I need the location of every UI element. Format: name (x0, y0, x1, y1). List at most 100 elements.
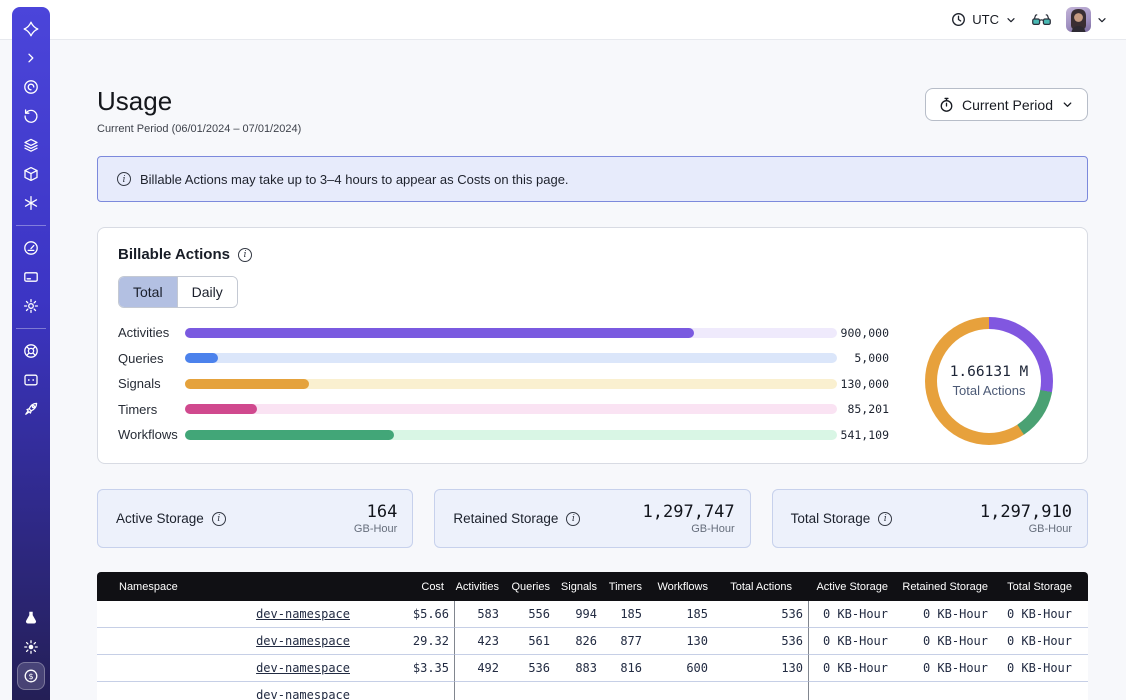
chevron-down-icon (1005, 14, 1017, 26)
namespace-cell: dev-namespace (97, 655, 355, 682)
bar-value: 541,109 (837, 428, 889, 442)
bar-value: 5,000 (837, 351, 889, 365)
bar-value: 85,201 (837, 402, 889, 416)
timezone-label: UTC (972, 12, 999, 27)
col-header-cost: Cost (355, 572, 454, 601)
retained-storage-card: Retained Storagei1,297,747GB-Hour (434, 489, 750, 548)
value-cell: 0 KB-Hour (808, 628, 893, 655)
col-header-workflows: Workflows (647, 572, 713, 601)
table-row: dev-namespace$3.354925368838166001300 KB… (97, 655, 1088, 682)
bar-track (185, 430, 837, 440)
value-cell: 816 (602, 655, 647, 682)
tab-total[interactable]: Total (119, 277, 177, 307)
info-icon[interactable]: i (238, 248, 252, 262)
table-row: dev-namespace (97, 682, 1088, 700)
col-header-active-storage: Active Storage (808, 572, 893, 601)
value-cell: 130 (647, 628, 713, 655)
namespace-link[interactable]: dev-namespace (256, 634, 350, 648)
table-row: dev-namespace$5.665835569941851855360 KB… (97, 601, 1088, 628)
clock-icon (951, 12, 966, 27)
col-header-signals: Signals (555, 572, 602, 601)
storage-card-value: 1,297,747 (643, 503, 735, 522)
value-cell: 0 KB-Hour (808, 655, 893, 682)
bar-fill (185, 353, 218, 363)
bar-fill (185, 328, 694, 338)
value-cell: 0 KB-Hour (993, 628, 1088, 655)
value-cell: 0 KB-Hour (893, 601, 993, 628)
namespace-link[interactable]: dev-namespace (256, 661, 350, 675)
bar-track (185, 328, 837, 338)
storage-card-unit: GB-Hour (980, 523, 1072, 535)
current-period-range: Current Period (06/01/2024 – 07/01/2024) (97, 123, 301, 135)
value-cell (602, 682, 647, 700)
storage-card-unit: GB-Hour (354, 523, 397, 535)
storage-summary-row: Active Storagei164GB-HourRetained Storag… (97, 489, 1088, 548)
value-cell: 492 (454, 655, 504, 682)
value-cell: 536 (713, 628, 808, 655)
billable-view-tabs: TotalDaily (118, 276, 238, 308)
info-icon[interactable]: i (878, 512, 892, 526)
page-title: Usage (97, 86, 301, 116)
nav-terminal-bot-icon[interactable] (17, 366, 45, 394)
namespace-cell: dev-namespace (97, 628, 355, 655)
nav-nexus-icon[interactable] (17, 189, 45, 217)
col-header-total-actions: Total Actions (713, 572, 808, 601)
namespace-link[interactable]: dev-namespace (256, 688, 350, 700)
bar-label: Signals (118, 376, 185, 391)
nav-namespaces-icon[interactable] (17, 73, 45, 101)
value-cell: $3.35 (355, 655, 454, 682)
namespace-cell: dev-namespace (97, 601, 355, 628)
value-cell: $5.66 (355, 601, 454, 628)
bar-track (185, 379, 837, 389)
value-cell (808, 682, 893, 700)
storage-card-unit: GB-Hour (643, 523, 735, 535)
nav-settings-gear-icon[interactable] (17, 292, 45, 320)
nav-temporal-logo-icon[interactable] (17, 15, 45, 43)
period-selector-button[interactable]: Current Period (925, 88, 1088, 121)
billable-actions-title: Billable Actions (118, 246, 230, 263)
stopwatch-icon (939, 97, 954, 113)
nav-labs-flask-icon[interactable] (17, 604, 45, 632)
user-menu[interactable] (1066, 7, 1108, 32)
total-actions-donut-chart: 1.66131 M Total Actions (925, 317, 1053, 445)
info-icon[interactable]: i (212, 512, 226, 526)
value-cell: 536 (504, 655, 555, 682)
storage-card-value: 164 (354, 503, 397, 522)
glasses-icon[interactable] (1031, 12, 1052, 28)
namespace-link[interactable]: dev-namespace (256, 607, 350, 621)
top-bar: UTC (0, 0, 1126, 40)
value-cell: 826 (555, 628, 602, 655)
table-row: dev-namespace29.324235618268771305360 KB… (97, 628, 1088, 655)
bar-label: Timers (118, 402, 185, 417)
nav-divider (16, 328, 46, 329)
namespace-usage-table: NamespaceCostActivitiesQueriesSignalsTim… (97, 572, 1088, 700)
nav-deployments-icon[interactable] (17, 160, 45, 188)
value-cell: 0 KB-Hour (808, 601, 893, 628)
nav-theme-sun-icon[interactable] (17, 633, 45, 661)
value-cell: 0 KB-Hour (993, 655, 1088, 682)
bar-value: 900,000 (837, 326, 889, 340)
nav-usage-dollar-icon[interactable]: $ (17, 662, 45, 690)
chevron-down-icon (1061, 98, 1074, 111)
nav-expand-chevron-icon[interactable] (17, 44, 45, 72)
nav-billing-card-icon[interactable] (17, 263, 45, 291)
timezone-selector[interactable]: UTC (951, 12, 1017, 27)
tab-daily[interactable]: Daily (177, 277, 237, 307)
info-banner-text: Billable Actions may take up to 3–4 hour… (140, 172, 569, 187)
nav-history-icon[interactable] (17, 102, 45, 130)
value-cell (555, 682, 602, 700)
info-banner: i Billable Actions may take up to 3–4 ho… (97, 156, 1088, 202)
nav-schedules-icon[interactable] (17, 131, 45, 159)
col-header-timers: Timers (602, 572, 647, 601)
value-cell (893, 682, 993, 700)
col-header-activities: Activities (454, 572, 504, 601)
nav-divider (16, 225, 46, 226)
chevron-down-icon (1096, 14, 1108, 26)
main-content: Usage Current Period (06/01/2024 – 07/01… (50, 40, 1126, 700)
nav-support-lifebuoy-icon[interactable] (17, 337, 45, 365)
storage-card-value: 1,297,910 (980, 503, 1072, 522)
col-header-retained-storage: Retained Storage (893, 572, 993, 601)
nav-getting-started-rocket-icon[interactable] (17, 395, 45, 423)
info-icon[interactable]: i (566, 512, 580, 526)
nav-usage-gauge-icon[interactable] (17, 234, 45, 262)
